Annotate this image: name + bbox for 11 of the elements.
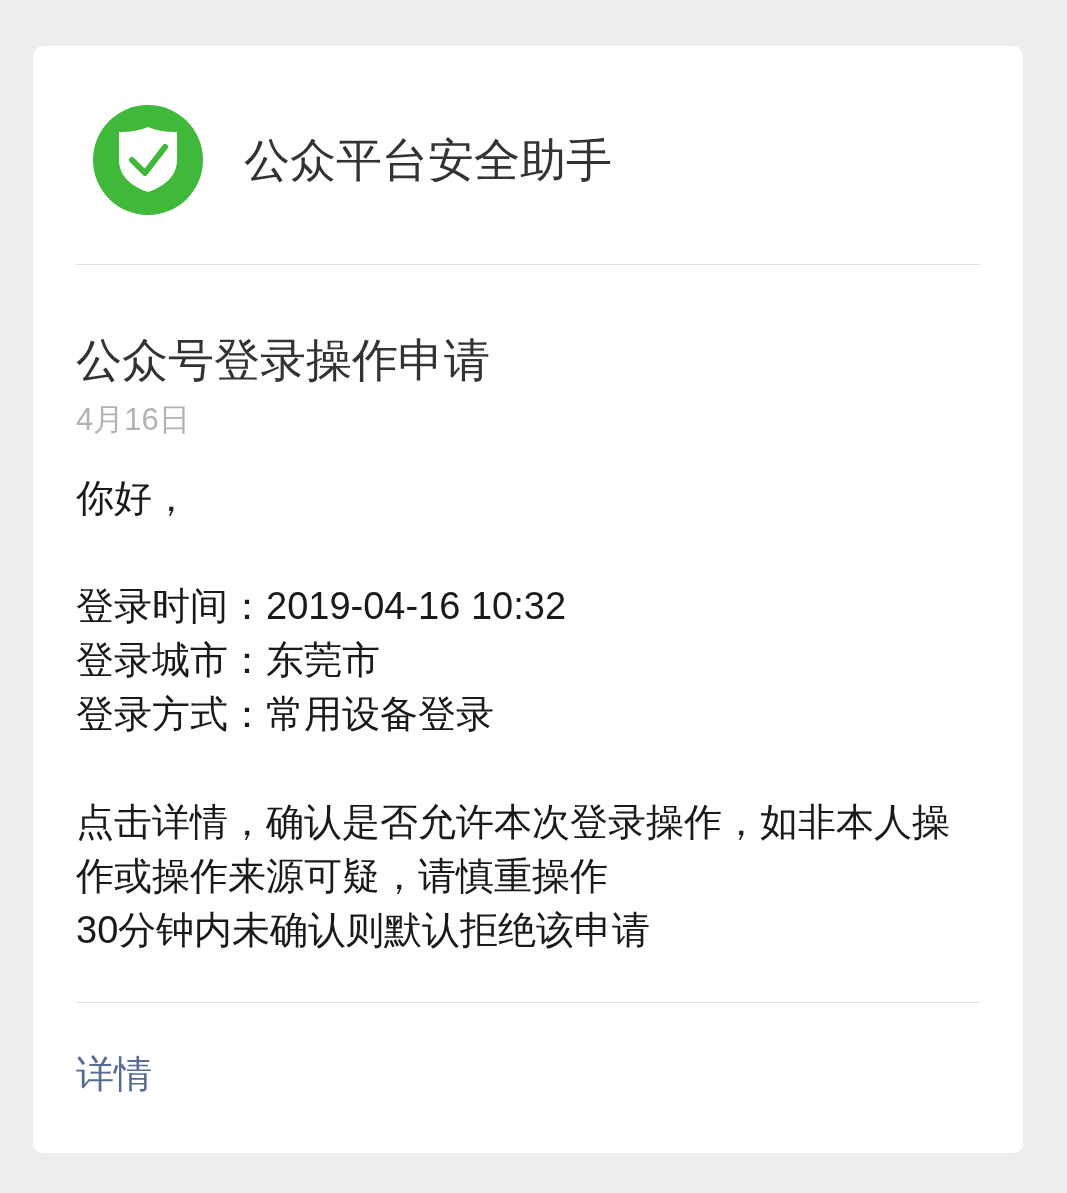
account-name: 公众平台安全助手 — [244, 133, 612, 188]
detail-line: 登录时间：2019-04-16 10:32 — [76, 584, 568, 629]
message-date: 4月16日 — [76, 401, 191, 439]
detail-line: 登录城市：东莞市 — [76, 638, 381, 683]
message-title: 公众号登录操作申请 — [76, 333, 491, 388]
detail-line: 登录方式：常用设备登录 — [76, 692, 495, 737]
greeting-text: 你好， — [76, 476, 191, 521]
note-text: 点击详情，确认是否允许本次登录操作，如非本人操作或操作来源可疑，请慎重操作 — [76, 800, 951, 899]
note-text: 30分钟内未确认则默认拒绝该申请 — [76, 908, 652, 953]
shield-check-icon — [93, 105, 203, 215]
details-link[interactable]: 详情 — [76, 1047, 152, 1101]
